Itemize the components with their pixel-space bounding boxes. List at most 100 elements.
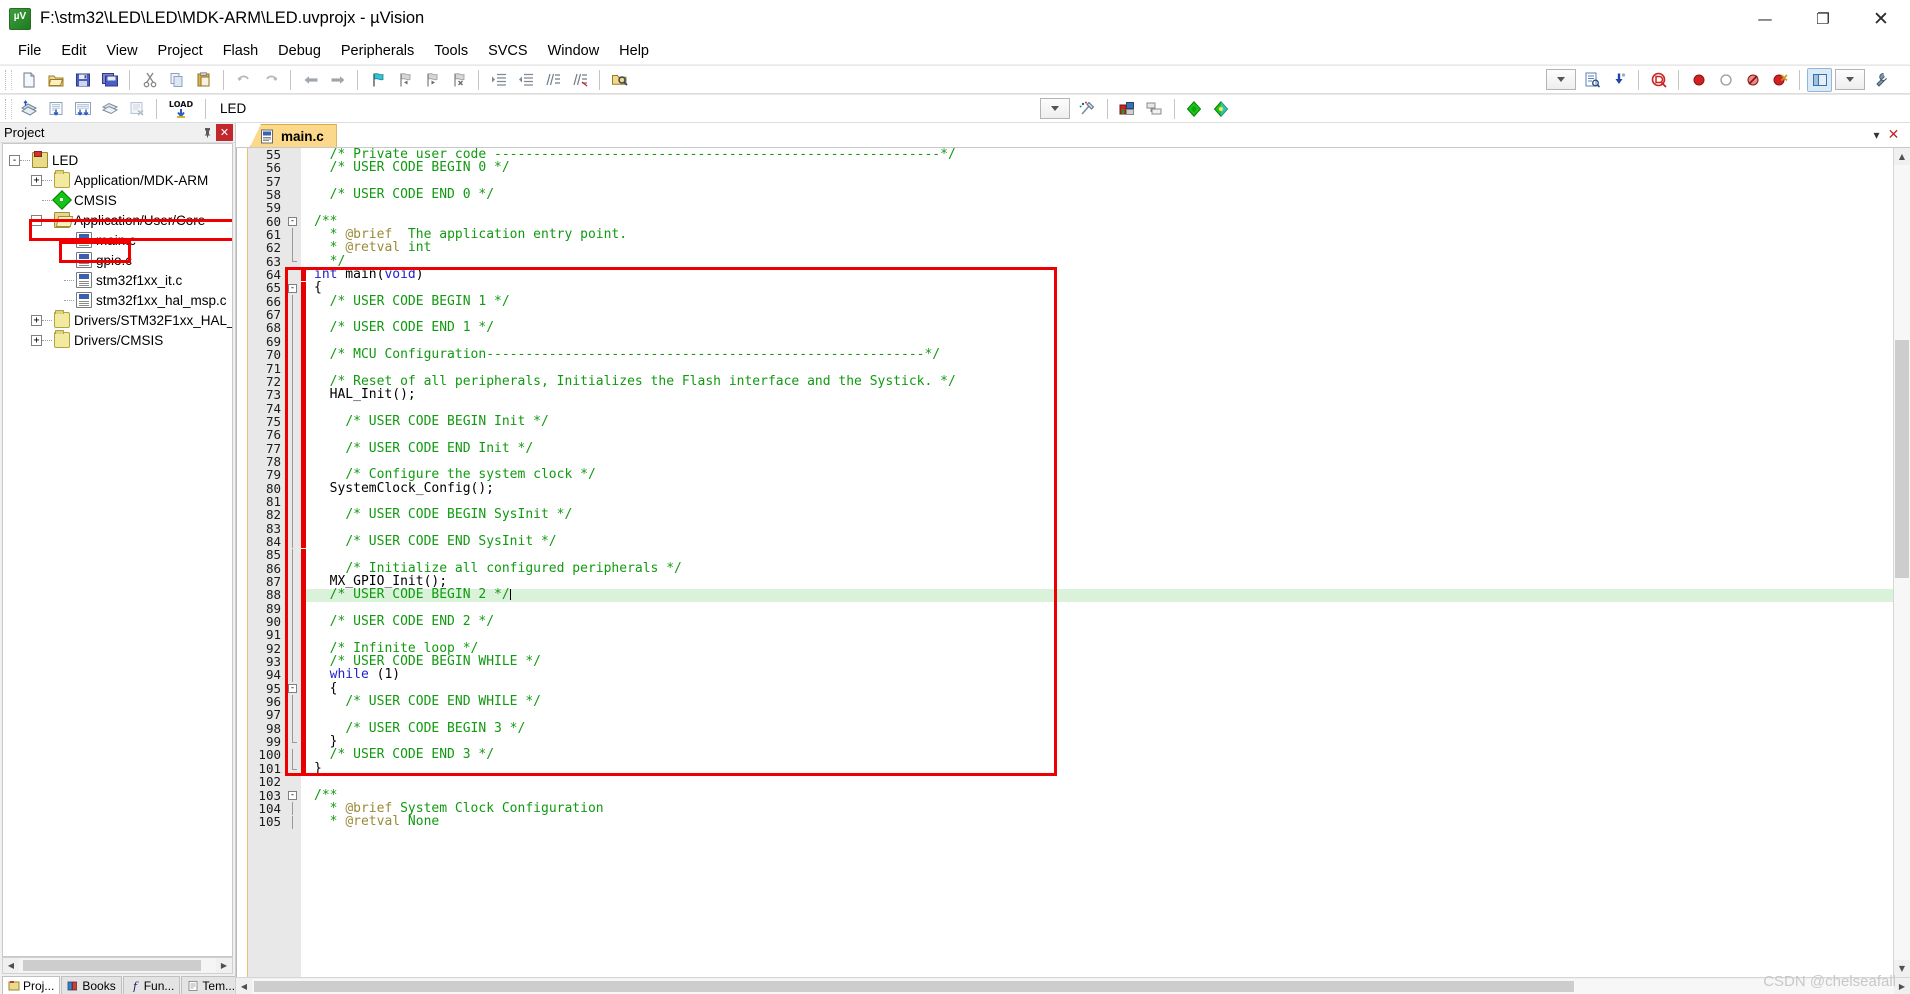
- tree-node-gpio-c[interactable]: gpio.c: [9, 250, 232, 270]
- bookmark-list-icon[interactable]: [1606, 68, 1631, 92]
- scroll-left-icon[interactable]: ◀: [3, 958, 19, 973]
- code-line[interactable]: /* USER CODE BEGIN WHILE */: [314, 655, 1893, 668]
- scroll-left-icon[interactable]: ◀: [236, 979, 252, 994]
- fold-collapse-icon[interactable]: -: [288, 216, 297, 226]
- code-line[interactable]: [314, 522, 1893, 535]
- navigate-forward-icon[interactable]: [325, 68, 350, 92]
- scroll-right-icon[interactable]: ▶: [1894, 979, 1910, 994]
- code-line[interactable]: [314, 335, 1893, 348]
- copy-icon[interactable]: [164, 68, 189, 92]
- pin-icon[interactable]: [199, 124, 216, 141]
- code-line[interactable]: [314, 362, 1893, 375]
- code-line[interactable]: * @retval None: [314, 815, 1893, 828]
- code-line[interactable]: /* MCU Configuration--------------------…: [314, 348, 1893, 361]
- scroll-right-icon[interactable]: ▶: [216, 958, 232, 973]
- editor-hscroll-thumb[interactable]: [254, 980, 1574, 992]
- tree-node-main-c[interactable]: main.c: [9, 230, 232, 250]
- code-line[interactable]: * @retval int: [314, 241, 1893, 254]
- scroll-up-icon[interactable]: ▲: [1894, 148, 1910, 165]
- pack-installer-icon[interactable]: [1182, 97, 1207, 121]
- expander-icon[interactable]: -: [31, 214, 42, 226]
- debug-session-icon[interactable]: [1646, 68, 1671, 92]
- tab-books[interactable]: Books: [61, 976, 122, 994]
- breakpoint-kill-all-icon[interactable]: [1767, 68, 1792, 92]
- code-line[interactable]: /* USER CODE END 1 */: [314, 321, 1893, 334]
- code-line[interactable]: SystemClock_Config();: [314, 481, 1893, 495]
- code-line[interactable]: /* Reset of all peripherals, Initializes…: [314, 375, 1893, 388]
- redo-icon[interactable]: [258, 68, 283, 92]
- hscroll-track[interactable]: [19, 958, 216, 973]
- code-line[interactable]: /* Infinite loop */: [314, 642, 1893, 655]
- menu-window[interactable]: Window: [538, 40, 610, 62]
- breakpoint-disable-icon[interactable]: [1713, 68, 1738, 92]
- indent-icon[interactable]: [486, 68, 511, 92]
- menu-flash[interactable]: Flash: [213, 40, 268, 62]
- save-icon[interactable]: [70, 68, 95, 92]
- code-line[interactable]: }: [314, 762, 1893, 775]
- code-text-content[interactable]: /* Private user code -------------------…: [306, 148, 1893, 977]
- bookmark-toggle-icon[interactable]: [365, 68, 390, 92]
- code-line[interactable]: int main(void): [314, 268, 1893, 281]
- paste-icon[interactable]: [191, 68, 216, 92]
- stop-build-icon[interactable]: [124, 97, 149, 121]
- code-line[interactable]: /* USER CODE BEGIN Init */: [314, 415, 1893, 428]
- editor-selection-margin[interactable]: [237, 148, 248, 977]
- code-line[interactable]: /* Initialize all configured peripherals…: [314, 561, 1893, 575]
- tree-node-cmsis[interactable]: CMSIS: [9, 190, 232, 210]
- toolbar-grip[interactable]: [5, 69, 12, 90]
- window-layout-dropdown[interactable]: [1835, 69, 1865, 90]
- editor-tab-main-c[interactable]: main.c: [250, 124, 337, 147]
- code-line[interactable]: */: [314, 255, 1893, 268]
- minimize-button[interactable]: —: [1736, 0, 1794, 38]
- target-select-dropdown[interactable]: [1039, 98, 1070, 119]
- code-line[interactable]: /**: [314, 788, 1893, 802]
- window-layout-icon[interactable]: [1807, 67, 1832, 92]
- tree-node-drivers-stm32f1xx-hal[interactable]: + Drivers/STM32F1xx_HAL_Dr: [9, 310, 232, 330]
- code-line[interactable]: /* USER CODE BEGIN 2 */: [314, 588, 1893, 602]
- code-line[interactable]: [314, 708, 1893, 721]
- load-icon[interactable]: LOAD: [164, 97, 198, 121]
- tree-node-stm32f1xx-hal-msp-c[interactable]: stm32f1xx_hal_msp.c: [9, 290, 232, 310]
- open-file-icon[interactable]: [43, 68, 68, 92]
- code-line[interactable]: /* USER CODE END Init */: [314, 441, 1893, 455]
- rebuild-icon[interactable]: [70, 97, 95, 121]
- code-line[interactable]: [314, 495, 1893, 508]
- tree-node-drivers-cmsis[interactable]: + Drivers/CMSIS: [9, 330, 232, 350]
- target-name-label[interactable]: LED: [212, 101, 362, 116]
- expander-icon[interactable]: +: [31, 334, 42, 346]
- menu-peripherals[interactable]: Peripherals: [331, 40, 424, 62]
- fold-collapse-icon[interactable]: -: [288, 283, 297, 293]
- fold-collapse-icon[interactable]: -: [288, 684, 297, 693]
- code-line[interactable]: /* USER CODE BEGIN 3 */: [314, 722, 1893, 735]
- project-tree-container[interactable]: - LED + Application/MDK-ARM CMSIS - Appl…: [2, 143, 233, 957]
- uncomment-icon[interactable]: [567, 68, 592, 92]
- tab-close-button[interactable]: ✕: [1885, 125, 1902, 145]
- hscroll-thumb[interactable]: [23, 960, 201, 971]
- code-line[interactable]: [314, 175, 1893, 188]
- code-line[interactable]: [314, 775, 1893, 788]
- editor-vscrollbar[interactable]: ▲ ▼: [1893, 148, 1910, 977]
- vscroll-track[interactable]: [1894, 165, 1910, 960]
- toolbar-grip[interactable]: [5, 98, 12, 119]
- code-line[interactable]: [314, 628, 1893, 641]
- batch-build-icon[interactable]: [97, 97, 122, 121]
- build-icon[interactable]: [43, 97, 68, 121]
- menu-project[interactable]: Project: [148, 40, 213, 62]
- menu-view[interactable]: View: [96, 40, 147, 62]
- code-line[interactable]: }: [314, 735, 1893, 748]
- tab-functions[interactable]: f Fun...: [122, 976, 181, 994]
- expander-icon[interactable]: +: [31, 174, 42, 186]
- code-line[interactable]: {: [314, 281, 1893, 294]
- maximize-button[interactable]: ❐: [1794, 0, 1852, 38]
- tree-node-application-user-core[interactable]: - Application/User/Core: [9, 210, 232, 230]
- code-line[interactable]: /* USER CODE END WHILE */: [314, 695, 1893, 708]
- code-line[interactable]: /* USER CODE BEGIN SysInit */: [314, 508, 1893, 521]
- code-line[interactable]: [314, 308, 1893, 321]
- tab-templates[interactable]: Tem...: [181, 976, 235, 994]
- multi-project-icon[interactable]: [1142, 97, 1167, 121]
- bookmark-clear-icon[interactable]: [446, 68, 471, 92]
- code-line[interactable]: {: [314, 682, 1893, 695]
- undo-icon[interactable]: [231, 68, 256, 92]
- configuration-wizard-icon[interactable]: [1868, 68, 1893, 92]
- code-line[interactable]: /* USER CODE BEGIN 0 */: [314, 161, 1893, 174]
